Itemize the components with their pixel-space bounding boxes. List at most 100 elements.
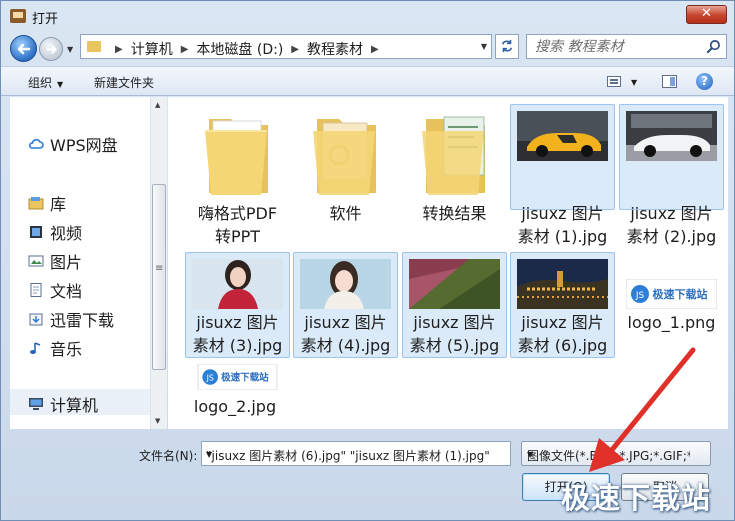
nav-item-xunlei[interactable]: 迅雷下载 [28,307,114,331]
refresh-button[interactable] [495,34,519,59]
scrollbar-thumb[interactable] [152,184,166,370]
file-label: logo_2.jpg [193,397,277,416]
nav-label: 计算机 [50,396,99,415]
scroll-up-icon[interactable]: ▲ [155,101,160,109]
chevron-down-icon[interactable]: ▼ [206,450,491,459]
scroll-down-icon[interactable]: ▼ [155,417,160,425]
forward-arrow-icon [46,45,57,54]
breadcrumb: ▶ 计算机 ▶ 本地磁盘 (D:) ▶ 教程素材 ▶ [107,39,387,59]
navigation-pane: WPS网盘 库 视频 图片 文档 迅雷下载 音乐 计算机 [10,97,150,429]
nav-label: 文档 [50,282,83,301]
file-label: 嗨格式PDF 转PPT [197,204,278,246]
nav-label: 视频 [50,224,83,243]
filename-label: 文件名(N): [139,449,198,463]
nav-item-pictures[interactable]: 图片 [28,249,82,273]
file-item-image-1[interactable] [510,104,615,210]
filename-input[interactable]: "jisuxz 图片素材 (6).jpg" "jisuxz 图片素材 (1).j… [201,441,511,466]
nav-label: 音乐 [50,340,83,359]
breadcrumb-local-disk[interactable]: 本地磁盘 (D:) [196,39,283,59]
nav-label: WPS网盘 [50,136,118,155]
recent-pages-chevron-icon[interactable]: ▼ [67,45,73,54]
back-arrow-icon [17,43,31,55]
image-thumbnail [517,111,608,161]
nav-item-library[interactable]: 库 [28,191,66,215]
organize-button[interactable]: 组织 ▼ [28,74,63,91]
file-item-folder-software[interactable] [293,104,398,210]
file-label: jisuxz 图片 素材 (2).jpg [626,204,717,246]
nav-item-videos[interactable]: 视频 [28,220,82,244]
search-icon[interactable] [706,39,721,54]
image-thumbnail [626,111,717,161]
app-icon [10,9,26,23]
close-button[interactable]: ✕ [686,5,727,24]
nav-label: 库 [50,195,67,214]
file-label: jisuxz 图片 素材 (5).jpg [409,313,500,355]
nav-item-documents[interactable]: 文档 [28,278,82,302]
image-thumbnail [409,259,500,309]
address-dropdown-icon[interactable]: ▼ [481,42,487,51]
forward-button[interactable] [39,37,63,61]
file-item-logo-1[interactable]: JS 极速下载站 [619,252,724,358]
search-input[interactable] [535,38,705,56]
search-box[interactable] [526,34,727,59]
window-title: 打开 [32,12,59,27]
folder-icon [313,119,376,195]
svg-text:JS: JS [206,373,214,382]
nav-label: 图片 [50,253,83,272]
nav-item-wps[interactable]: WPS网盘 [28,132,118,156]
video-icon [30,226,42,238]
svg-text:JS: JS [635,291,645,301]
watermark-text: 极速下载站 [561,481,712,515]
title-bar: 打开 ✕ [1,1,734,31]
chevron-down-icon: ▼ [57,80,64,89]
logo-thumbnail: JS 极速下载站 [197,364,278,390]
nav-pane-scrollbar[interactable]: ▲ ▼ [150,97,167,429]
file-label: 转换结果 [422,204,487,223]
cloud-icon [28,139,44,149]
pictures-icon [28,255,44,267]
command-toolbar: 组织 ▼ 新建文件夹 ▼ ? [1,66,734,96]
address-bar[interactable]: ▶ 计算机 ▶ 本地磁盘 (D:) ▶ 教程素材 ▶ ▼ [80,34,492,59]
folder-icon [205,119,268,195]
open-file-dialog: 打开 ✕ ▼ ▶ 计算机 ▶ 本地磁盘 (D:) ▶ 教程素材 ▶ ▼ 搜索 教… [0,0,735,521]
logo-text: 极速下载站 [221,371,269,383]
new-folder-button[interactable]: 新建文件夹 [94,74,154,91]
annotation-arrow-icon [589,347,696,472]
image-thumbnail [300,259,391,309]
breadcrumb-tutorial-materials[interactable]: 教程素材 [307,39,363,59]
folder-icon [422,116,485,195]
music-note-icon [30,342,41,354]
navigation-bar: ▼ ▶ 计算机 ▶ 本地磁盘 (D:) ▶ 教程素材 ▶ ▼ [1,31,734,63]
file-label: jisuxz 图片 素材 (3).jpg [192,313,283,355]
file-item-folder-pdf[interactable] [185,104,290,210]
breadcrumb-separator-icon[interactable]: ▶ [371,44,379,55]
help-icon[interactable]: ? [696,73,713,90]
file-item-image-2[interactable] [619,104,724,210]
library-icon [28,197,44,210]
folder-icon [87,41,101,52]
file-item-folder-results[interactable] [402,104,507,210]
file-label: 软件 [329,204,362,223]
file-label: jisuxz 图片 素材 (1).jpg [517,204,608,246]
change-view-icon[interactable] [607,76,621,87]
back-button[interactable] [10,35,37,62]
nav-item-music[interactable]: 音乐 [28,336,82,360]
image-thumbnail [517,259,608,309]
breadcrumb-computer[interactable]: 计算机 [131,39,173,59]
view-options-chevron-icon[interactable]: ▼ [631,78,637,87]
nav-item-computer-row[interactable]: 计算机 [10,389,150,415]
download-folder-icon [29,313,43,326]
nav-item-computer[interactable]: 计算机 [28,392,98,416]
breadcrumb-separator-icon[interactable]: ▶ [291,44,299,55]
file-label: jisuxz 图片 素材 (4).jpg [300,313,391,355]
nav-label: 迅雷下载 [50,311,115,330]
logo-thumbnail: JS 极速下载站 [626,279,717,309]
preview-pane-icon[interactable] [662,75,677,88]
logo-text: 极速下载站 [653,287,708,301]
breadcrumb-separator-icon[interactable]: ▶ [115,44,123,55]
document-icon [30,283,42,297]
file-label: logo_1.png [627,313,716,332]
computer-icon [29,398,43,410]
breadcrumb-separator-icon[interactable]: ▶ [181,44,189,55]
image-thumbnail [192,259,283,309]
